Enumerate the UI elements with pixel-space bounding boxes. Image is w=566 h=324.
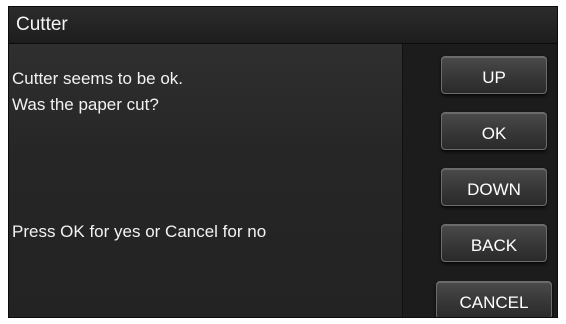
button-panel: UP OK DOWN BACK CANCEL xyxy=(403,44,557,317)
status-message: Cutter seems to be ok. xyxy=(12,69,184,88)
message-panel: Cutter seems to be ok. Was the paper cut… xyxy=(9,44,403,317)
ok-button[interactable]: OK xyxy=(441,112,547,150)
cutter-dialog: Cutter Cutter seems to be ok. Was the pa… xyxy=(8,6,558,318)
cancel-button[interactable]: CANCEL xyxy=(436,281,552,317)
instruction-message: Press OK for yes or Cancel for no xyxy=(12,222,267,241)
down-button[interactable]: DOWN xyxy=(441,168,547,206)
up-button[interactable]: UP xyxy=(441,56,547,94)
title-bar: Cutter xyxy=(9,7,557,44)
dialog-title: Cutter xyxy=(16,14,68,35)
question-message: Was the paper cut? xyxy=(12,95,159,114)
back-button[interactable]: BACK xyxy=(441,224,547,262)
